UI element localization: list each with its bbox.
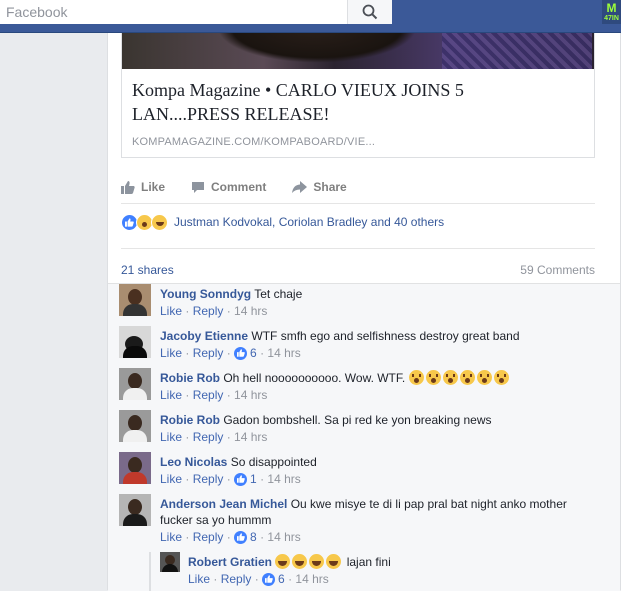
like-badge-icon <box>234 472 248 486</box>
avatar[interactable] <box>119 452 151 484</box>
comment-meta: Like · Reply · 14 hrs <box>160 430 268 444</box>
avatar[interactable] <box>119 494 151 526</box>
comment-button[interactable]: Comment <box>191 180 266 194</box>
comments-section: Young Sonndyg Tet chaje Like · Reply · 1… <box>108 283 620 591</box>
comment-text: Tet chaje <box>254 287 303 301</box>
comment-author[interactable]: Robert Gratien <box>188 555 272 569</box>
top-bar: M 47IN <box>0 0 621 33</box>
comment-like-count[interactable]: 8 <box>250 530 257 544</box>
search-icon <box>362 4 378 20</box>
like-button-label: Like <box>141 180 166 194</box>
app-badge[interactable]: M 47IN <box>602 0 621 24</box>
shares-count[interactable]: 21 shares <box>121 263 174 277</box>
comment-like-link[interactable]: Like <box>160 530 182 544</box>
comment-text: Gadon bombshell. Sa pi red ke yon breaki… <box>223 413 492 427</box>
comment-text: lajan fini <box>346 555 391 569</box>
post-actions: Like Comment Share <box>121 171 595 204</box>
comment-reply-link[interactable]: Reply <box>193 388 224 402</box>
comment-like-link[interactable]: Like <box>188 572 210 586</box>
share-button-label: Share <box>313 180 347 194</box>
laugh-emoji-icons <box>275 554 343 569</box>
like-badge-icon <box>234 530 248 544</box>
link-image[interactable] <box>122 33 594 69</box>
comment-time[interactable]: 14 hrs <box>234 430 267 444</box>
comment-reply-link[interactable]: Reply <box>221 572 252 586</box>
reactions-summary[interactable]: Justman Kodvokal, Coriolan Bradley and 4… <box>121 211 444 233</box>
avatar[interactable] <box>119 410 151 442</box>
comment-time[interactable]: 14 hrs <box>234 304 267 318</box>
post-card: Kompa Magazine • CARLO VIEUX JOINS 5 LAN… <box>107 33 621 591</box>
comment-author[interactable]: Robie Rob <box>160 413 220 427</box>
comment-like-link[interactable]: Like <box>160 430 182 444</box>
post-stats: 21 shares 59 Comments <box>121 248 595 281</box>
like-badge-icon <box>234 346 248 360</box>
wow-emoji-icons <box>408 370 511 385</box>
comment-time[interactable]: 14 hrs <box>295 572 328 586</box>
comment-author[interactable]: Anderson Jean Michel <box>160 497 287 511</box>
comment-time[interactable]: 14 hrs <box>267 530 300 544</box>
share-arrow-icon <box>292 180 308 193</box>
comment-reply-link[interactable]: Reply <box>193 346 224 360</box>
link-title[interactable]: Kompa Magazine • CARLO VIEUX JOINS 5 LAN… <box>132 78 572 126</box>
comment-reply-link[interactable]: Reply <box>193 430 224 444</box>
comment-reply-link[interactable]: Reply <box>193 304 224 318</box>
link-domain: KOMPAMAGAZINE.COM/KOMPABOARD/VIE... <box>132 136 376 148</box>
comment-time[interactable]: 14 hrs <box>267 346 300 360</box>
like-button[interactable]: Like <box>121 180 165 194</box>
comment-like-count[interactable]: 6 <box>250 346 257 360</box>
comment-like-link[interactable]: Like <box>160 304 182 318</box>
share-button[interactable]: Share <box>292 180 347 194</box>
avatar[interactable] <box>160 552 180 572</box>
comment-like-count[interactable]: 1 <box>250 472 257 486</box>
link-preview[interactable]: Kompa Magazine • CARLO VIEUX JOINS 5 LAN… <box>121 33 595 158</box>
comment-reply-link[interactable]: Reply <box>193 472 224 486</box>
search-button[interactable] <box>347 0 392 24</box>
comment-text: Oh hell noooooooooo. Wow. WTF. <box>223 371 406 385</box>
comment-meta: Like · Reply · 14 hrs <box>160 388 268 402</box>
comments-count[interactable]: 59 Comments <box>520 263 595 277</box>
comment-meta: Like · Reply · 6 · 14 hrs <box>188 572 329 586</box>
app-badge-line1: M <box>606 1 617 15</box>
app-badge-line2: 47IN <box>604 15 619 22</box>
comment-icon <box>192 181 205 193</box>
comment-text: WTF smfh ego and selfishness destroy gre… <box>251 329 520 343</box>
avatar[interactable] <box>119 368 151 400</box>
comment-button-label: Comment <box>211 180 267 194</box>
comment-meta: Like · Reply · 14 hrs <box>160 304 268 318</box>
search-input[interactable] <box>0 0 347 24</box>
comment-author[interactable]: Young Sonndyg <box>160 287 251 301</box>
comment-text: So disappointed <box>230 455 317 469</box>
comment-meta: Like · Reply · 1 · 14 hrs <box>160 472 301 486</box>
haha-reaction-icon <box>151 213 168 231</box>
avatar[interactable] <box>119 326 151 358</box>
comment-like-link[interactable]: Like <box>160 388 182 402</box>
comment-author[interactable]: Jacoby Etienne <box>160 329 248 343</box>
comment-time[interactable]: 14 hrs <box>234 388 267 402</box>
comment-meta: Like · Reply · 8 · 14 hrs <box>160 530 301 544</box>
comment-reply-link[interactable]: Reply <box>193 530 224 544</box>
comment-author[interactable]: Robie Rob <box>160 371 220 385</box>
comment-like-count[interactable]: 6 <box>278 572 285 586</box>
comment-author[interactable]: Leo Nicolas <box>160 455 227 469</box>
comment-time[interactable]: 14 hrs <box>267 472 300 486</box>
reactions-names[interactable]: Justman Kodvokal, Coriolan Bradley and 4… <box>174 215 444 229</box>
like-badge-icon <box>262 572 276 586</box>
comment-meta: Like · Reply · 6 · 14 hrs <box>160 346 301 360</box>
comment-like-link[interactable]: Like <box>160 472 182 486</box>
reply-thread-line <box>149 552 151 591</box>
comment-like-link[interactable]: Like <box>160 346 182 360</box>
thumbs-up-icon <box>121 180 135 194</box>
avatar[interactable] <box>119 284 151 316</box>
